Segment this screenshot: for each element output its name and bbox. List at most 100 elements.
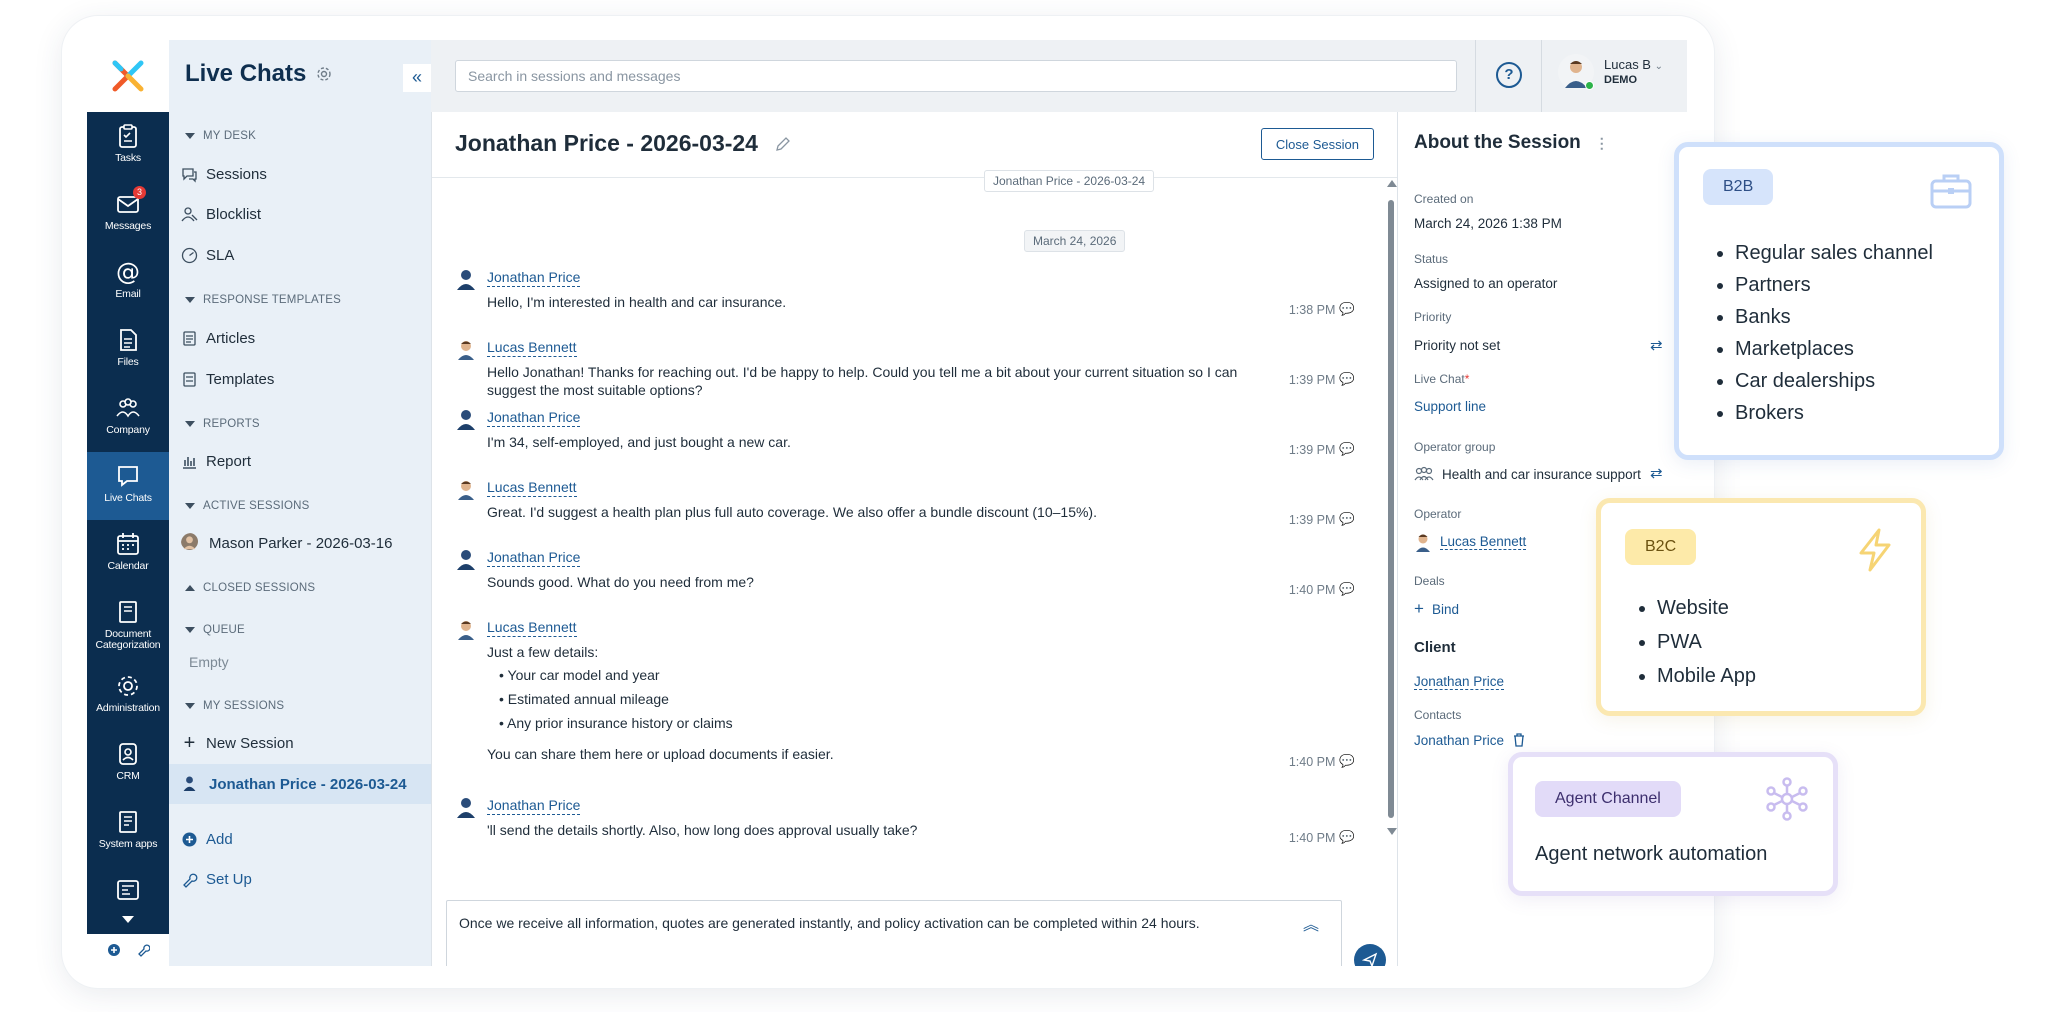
rail-item-files[interactable]: Files xyxy=(87,316,169,384)
collapse-nav-button[interactable]: « xyxy=(403,64,431,92)
message-author[interactable]: Jonathan Price xyxy=(487,796,581,815)
reply-icon: 💬 xyxy=(1339,754,1355,768)
message-time: 1:39 PM 💬 xyxy=(1288,442,1355,457)
caret-down-icon xyxy=(185,703,195,709)
message-author[interactable]: Lucas Bennett xyxy=(487,618,577,637)
send-button[interactable] xyxy=(1354,944,1386,966)
nav-item-label: Sessions xyxy=(206,165,267,183)
swap-icon[interactable]: ⇄ xyxy=(1650,464,1663,482)
bind-deal-button[interactable]: + Bind xyxy=(1414,599,1459,619)
expand-icon[interactable]: ︽ xyxy=(1303,911,1319,935)
pencil-icon[interactable] xyxy=(774,135,792,153)
wrench-icon[interactable] xyxy=(136,943,150,957)
rail-item-document-categorization[interactable]: Document Categorization xyxy=(87,588,169,656)
setup-button[interactable]: Set Up xyxy=(181,866,252,892)
rail-item-administration[interactable]: Administration xyxy=(87,662,169,730)
rail-item-company[interactable]: Company xyxy=(87,384,169,452)
contact-value[interactable]: Jonathan Price xyxy=(1414,732,1526,748)
nav-item-report[interactable]: Report xyxy=(181,448,251,474)
swap-icon[interactable]: ⇄ xyxy=(1650,336,1663,354)
rail-item-crm[interactable]: CRM xyxy=(87,730,169,798)
reply-icon: 💬 xyxy=(1339,582,1355,596)
help-icon[interactable]: ? xyxy=(1496,62,1522,88)
chat-scrollbar[interactable] xyxy=(1387,180,1397,840)
search-input[interactable]: Search in sessions and messages xyxy=(455,60,1457,92)
section-queue[interactable]: QUEUE xyxy=(185,624,245,636)
section-active-sessions[interactable]: ACTIVE SESSIONS xyxy=(185,500,310,512)
nav-item-active-session[interactable]: Mason Parker - 2026-03-16 xyxy=(181,530,392,556)
bitrix-logo[interactable] xyxy=(87,40,169,112)
scroll-thumb[interactable] xyxy=(1388,200,1394,818)
crm-icon xyxy=(119,743,137,765)
more-icon[interactable]: ⋮ xyxy=(1595,135,1609,152)
rail-item-system-apps[interactable]: System apps xyxy=(87,798,169,866)
rail-label: System apps xyxy=(98,838,158,850)
speedometer-icon xyxy=(181,247,198,263)
message-author[interactable]: Jonathan Price xyxy=(487,268,581,287)
scroll-down-icon[interactable] xyxy=(1387,828,1397,835)
message-composer[interactable]: Once we receive all information, quotes … xyxy=(446,900,1342,966)
nav-panel: Live Chats « MY DESK Sessions Blocklist … xyxy=(169,40,431,966)
nav-item-label: Set Up xyxy=(206,870,252,888)
reply-icon: 💬 xyxy=(1339,512,1355,526)
rail-item-tasks[interactable]: Tasks xyxy=(87,112,169,180)
rail-label: Messages xyxy=(104,220,152,232)
close-session-button[interactable]: Close Session xyxy=(1260,128,1374,160)
message-time: 1:39 PM 💬 xyxy=(1288,372,1355,387)
b2b-card: B2B Regular sales channel Partners Banks… xyxy=(1674,142,2004,460)
section-closed-sessions[interactable]: CLOSED SESSIONS xyxy=(185,582,315,594)
message-item: Lucas Bennett Just a few details: • Your… xyxy=(455,618,1355,769)
section-my-sessions[interactable]: MY SESSIONS xyxy=(185,700,284,712)
b2b-badge: B2B xyxy=(1703,169,1774,205)
new-session-button[interactable]: + New Session xyxy=(181,730,294,756)
group-value[interactable]: Health and car insurance support xyxy=(1414,466,1641,482)
rail-scroll-down-icon[interactable] xyxy=(122,916,134,923)
rail-label: Administration xyxy=(96,702,160,714)
user-sub: DEMO xyxy=(1604,74,1637,86)
network-icon xyxy=(1766,777,1808,821)
message-time: 1:40 PM 💬 xyxy=(1288,582,1355,597)
rail-item-more[interactable] xyxy=(87,866,169,934)
message-author[interactable]: Lucas Bennett xyxy=(487,478,577,497)
priority-value[interactable]: Priority not set xyxy=(1414,338,1500,353)
avatar xyxy=(181,533,201,553)
about-title-text: About the Session xyxy=(1414,132,1581,153)
rail-item-email[interactable]: @ Email xyxy=(87,248,169,316)
message-author[interactable]: Jonathan Price xyxy=(487,408,581,427)
rail-item-live-chats[interactable]: Live Chats xyxy=(87,452,169,520)
section-my-desk[interactable]: MY DESK xyxy=(185,130,256,142)
add-button[interactable]: Add xyxy=(181,826,233,852)
nav-item-sessions[interactable]: Sessions xyxy=(181,161,267,187)
message-author[interactable]: Lucas Bennett xyxy=(487,338,577,357)
add-icon[interactable] xyxy=(107,943,121,957)
section-reports[interactable]: REPORTS xyxy=(185,418,260,430)
dashboard-icon xyxy=(117,880,139,900)
settings-gear-icon[interactable] xyxy=(316,66,332,82)
scroll-up-icon[interactable] xyxy=(1387,180,1397,187)
nav-item-articles[interactable]: Articles xyxy=(181,325,255,351)
avatar xyxy=(458,621,474,640)
chats-icon xyxy=(182,167,197,183)
user-menu[interactable]: Lucas B ⌄ DEMO xyxy=(1558,54,1663,90)
divider xyxy=(1475,40,1476,112)
file-icon xyxy=(120,329,137,351)
livechat-value[interactable]: Support line xyxy=(1414,399,1486,414)
client-name[interactable]: Jonathan Price xyxy=(1414,674,1505,690)
trash-icon[interactable] xyxy=(1512,732,1526,748)
date-chip: March 24, 2026 xyxy=(1024,230,1126,252)
rail-item-calendar[interactable]: Calendar xyxy=(87,520,169,588)
rail-item-messages[interactable]: 3 Messages xyxy=(87,180,169,248)
operator-value[interactable]: Lucas Bennett xyxy=(1414,532,1527,552)
nav-item-blocklist[interactable]: Blocklist xyxy=(181,201,261,227)
rail-label: Document Categorization xyxy=(95,628,161,651)
nav-item-templates[interactable]: Templates xyxy=(181,366,274,392)
status-label: Status xyxy=(1414,252,1449,266)
message-author[interactable]: Jonathan Price xyxy=(487,548,581,567)
message-text: Hello Jonathan! Thanks for reaching out.… xyxy=(487,364,1238,398)
nav-item-sla[interactable]: SLA xyxy=(181,242,234,268)
rail-label: Live Chats xyxy=(104,492,152,504)
nav-item-current-session[interactable]: Jonathan Price - 2026-03-24 xyxy=(169,764,431,804)
section-response-templates[interactable]: RESPONSE TEMPLATES xyxy=(185,294,341,306)
chat-title: Jonathan Price - 2026-03-24 xyxy=(455,130,792,157)
avatar xyxy=(457,550,475,570)
